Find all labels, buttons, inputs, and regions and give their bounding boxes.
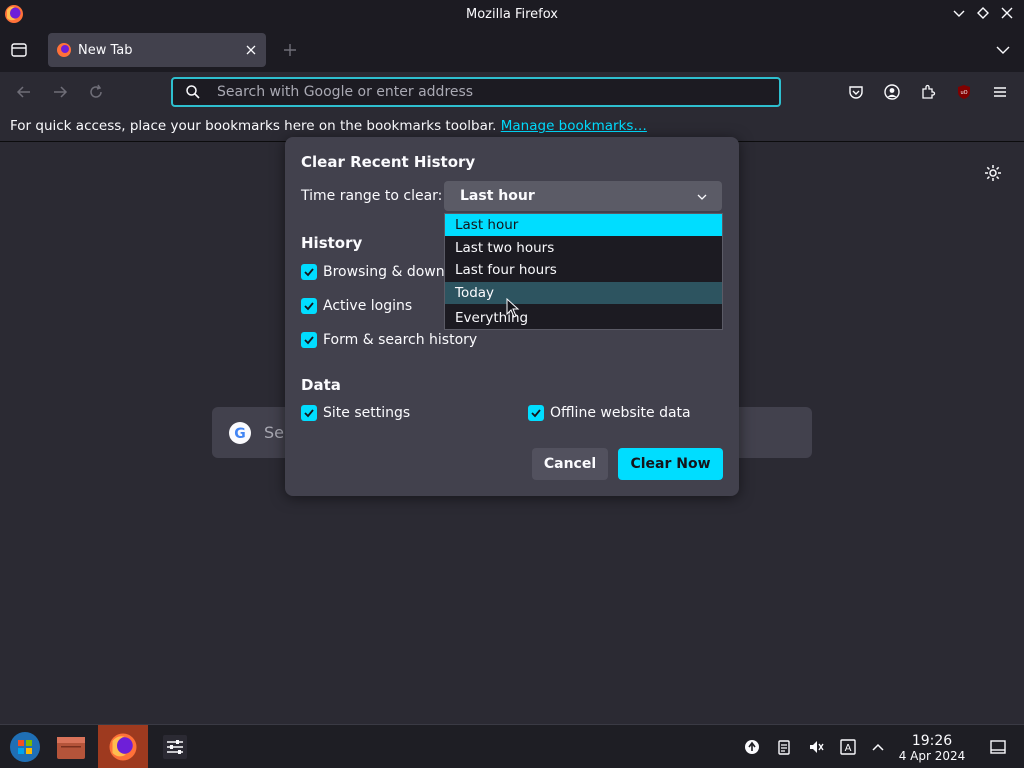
taskbar: A 19:26 4 Apr 2024: [0, 724, 1024, 768]
active-logins-checkbox[interactable]: Active logins: [301, 298, 412, 314]
form-search-history-checkbox[interactable]: Form & search history: [301, 332, 477, 348]
back-arrow-icon[interactable]: [16, 84, 32, 100]
time-range-dropdown: Last hour Last two hours Last four hours…: [444, 213, 723, 330]
taskbar-clock[interactable]: 19:26 4 Apr 2024: [896, 733, 968, 763]
checkbox-label: Form & search history: [323, 332, 478, 348]
address-bar[interactable]: [171, 77, 781, 107]
site-settings-checkbox[interactable]: Site settings: [301, 405, 410, 421]
clear-now-button[interactable]: Clear Now: [618, 448, 723, 480]
checkbox-label: Site settings: [323, 405, 411, 421]
diamond-icon: [977, 7, 989, 19]
firefox-logo-icon: [5, 5, 23, 23]
checkmark-icon: [531, 409, 541, 418]
close-window-button[interactable]: [1000, 6, 1014, 20]
hamburger-menu-icon[interactable]: [992, 84, 1008, 100]
checkbox-checked[interactable]: [301, 405, 317, 421]
pocket-icon[interactable]: [848, 84, 864, 100]
checkmark-icon: [304, 302, 314, 311]
time-range-value: Last hour: [460, 188, 535, 204]
tab-label: New Tab: [78, 42, 133, 58]
taskbar-firefox[interactable]: [98, 725, 148, 768]
checkbox-checked[interactable]: [528, 405, 544, 421]
tab-new-tab[interactable]: New Tab: [48, 33, 266, 67]
mouse-cursor-icon: [506, 298, 520, 318]
firefox-favicon-icon: [57, 43, 71, 57]
dropdown-option-everything[interactable]: Everything: [445, 307, 722, 329]
clock-date: 4 Apr 2024: [898, 749, 966, 763]
chevron-down-icon: [697, 194, 707, 200]
firefox-logo-icon: [109, 733, 137, 761]
show-desktop-icon[interactable]: [990, 739, 1006, 755]
checkbox-checked[interactable]: [301, 332, 317, 348]
browsing-downloads-checkbox[interactable]: Browsing & downlo: [301, 264, 457, 280]
new-tab-plus-icon[interactable]: [282, 42, 298, 58]
svg-text:A: A: [845, 743, 852, 754]
folder-icon: [57, 737, 85, 759]
checkbox-checked[interactable]: [301, 264, 317, 280]
offline-website-data-checkbox[interactable]: Offline website data: [528, 405, 691, 421]
chevron-up-icon[interactable]: [870, 739, 886, 755]
chevron-down-icon: [953, 10, 965, 17]
manage-bookmarks-link[interactable]: Manage bookmarks…: [501, 118, 647, 134]
close-tab-icon[interactable]: [244, 43, 258, 57]
volume-muted-icon[interactable]: [808, 739, 824, 755]
close-icon: [1001, 7, 1013, 19]
checkmark-icon: [304, 336, 314, 345]
cancel-button[interactable]: Cancel: [532, 448, 608, 480]
google-logo-icon: G: [229, 421, 251, 444]
window-titlebar: Mozilla Firefox: [0, 0, 1024, 28]
tab-strip: New Tab: [0, 28, 1024, 72]
ublock-origin-icon[interactable]: uO: [956, 84, 972, 100]
minimize-button[interactable]: [952, 6, 966, 20]
maximize-button[interactable]: [976, 6, 990, 20]
keyboard-layout-icon[interactable]: A: [840, 739, 856, 755]
checkbox-label: Offline website data: [550, 405, 691, 421]
list-all-tabs-icon[interactable]: [996, 43, 1010, 57]
forward-arrow-icon[interactable]: [52, 84, 68, 100]
update-arrow-icon[interactable]: [744, 739, 760, 755]
gear-icon[interactable]: [984, 164, 1002, 182]
window-title: Mozilla Firefox: [466, 6, 558, 22]
extensions-puzzle-icon[interactable]: [920, 84, 936, 100]
time-range-label: Time range to clear:: [301, 188, 443, 204]
dropdown-option-last-four-hours[interactable]: Last four hours: [445, 259, 722, 281]
history-heading: History: [301, 234, 363, 252]
search-icon: [186, 85, 200, 99]
time-range-select[interactable]: Last hour: [444, 181, 722, 211]
checkbox-checked[interactable]: [301, 298, 317, 314]
firefox-view-icon[interactable]: [10, 41, 28, 59]
account-icon[interactable]: [884, 84, 900, 100]
dropdown-option-last-hour[interactable]: Last hour: [445, 214, 722, 236]
sliders-icon: [163, 735, 187, 759]
taskbar-file-manager[interactable]: [46, 725, 96, 768]
address-input[interactable]: [217, 84, 737, 100]
navigation-toolbar: uO: [0, 72, 1024, 112]
bookmarks-message: For quick access, place your bookmarks h…: [10, 118, 497, 134]
taskbar-settings[interactable]: [150, 725, 200, 768]
reload-icon[interactable]: [88, 84, 104, 100]
page-search-placeholder: Se: [264, 423, 284, 442]
dropdown-option-last-two-hours[interactable]: Last two hours: [445, 237, 722, 259]
clipboard-icon[interactable]: [776, 739, 792, 755]
svg-text:G: G: [234, 426, 246, 442]
data-heading: Data: [301, 376, 341, 394]
start-orb-icon: [10, 732, 40, 762]
checkbox-label: Browsing & downlo: [323, 264, 458, 280]
checkbox-label: Active logins: [323, 298, 413, 314]
svg-text:uO: uO: [960, 90, 967, 96]
dropdown-option-today[interactable]: Today: [445, 282, 722, 304]
start-menu-button[interactable]: [0, 725, 50, 768]
dialog-title: Clear Recent History: [301, 153, 476, 171]
clock-time: 19:26: [911, 733, 953, 749]
checkmark-icon: [304, 409, 314, 418]
checkmark-icon: [304, 268, 314, 277]
